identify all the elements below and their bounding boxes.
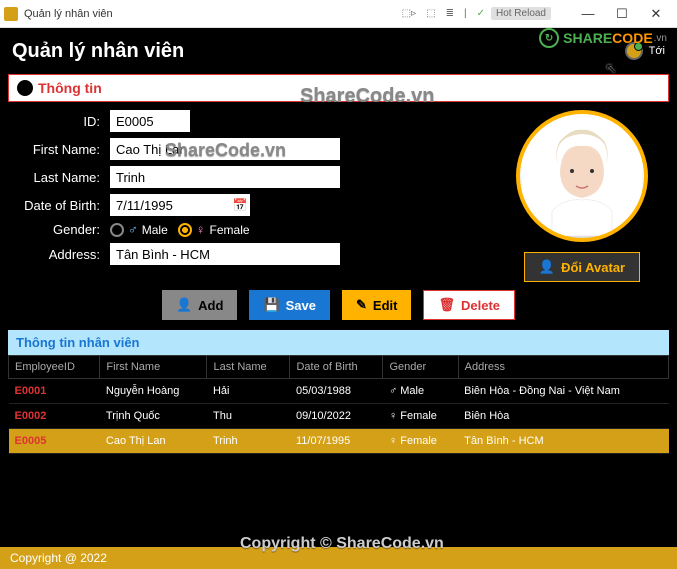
form-area: ID: First Name: Last Name: Date of Birth… <box>0 110 677 282</box>
cell-first: Nguyễn Hoàng <box>100 379 207 404</box>
header-right: Tới <box>625 42 665 60</box>
id-label: ID: <box>10 114 110 129</box>
window-controls: — ☐ ✕ <box>571 0 673 28</box>
toolbar-icon[interactable]: ⬚▹ <box>398 6 420 21</box>
add-button[interactable]: 👤Add <box>162 290 237 320</box>
col-id[interactable]: EmployeeID <box>9 356 100 379</box>
dob-picker[interactable]: 📅 <box>110 194 250 216</box>
save-button[interactable]: 💾Save <box>249 290 330 320</box>
person-swap-icon: 👤 <box>539 259 555 275</box>
avatar-image <box>522 116 642 236</box>
cell-address: Biên Hòa - Đồng Nai - Việt Nam <box>458 379 668 404</box>
table-row[interactable]: E0005Cao Thị LanTrinh11/07/1995♀ FemaleT… <box>9 429 669 454</box>
col-gender[interactable]: Gender <box>383 356 458 379</box>
cell-last: Thu <box>207 404 290 429</box>
header-right-label: Tới <box>649 45 665 57</box>
footer: Copyright @ 2022 <box>0 547 677 569</box>
edit-button[interactable]: ✎Edit <box>342 290 411 320</box>
minimize-button[interactable]: — <box>571 0 605 28</box>
gender-label: Gender: <box>10 222 110 237</box>
cell-first: Cao Thị Lan <box>100 429 207 454</box>
address-label: Address: <box>10 247 110 262</box>
cell-first: Trịnh Quốc <box>100 404 207 429</box>
lastname-input[interactable] <box>110 166 340 188</box>
cell-gender: ♂ Male <box>383 379 458 404</box>
cell-last: Hải <box>207 379 290 404</box>
male-radio[interactable]: ♂ Male <box>110 222 168 237</box>
col-first[interactable]: First Name <box>100 356 207 379</box>
female-radio[interactable]: ♀ Female <box>178 222 250 237</box>
form-fields: ID: First Name: Last Name: Date of Birth… <box>10 110 487 282</box>
person-icon <box>17 80 33 96</box>
cell-gender: ♀ Female <box>383 404 458 429</box>
info-section-header: Thông tin <box>8 74 669 102</box>
cell-id: E0002 <box>9 404 100 429</box>
debug-toolbar: ⬚▹ ⬚ ≣ | ✓ Hot Reload <box>398 6 551 21</box>
delete-button[interactable]: 🗑Delete <box>423 290 515 320</box>
toolbar-icon[interactable]: ⬚ <box>422 6 439 21</box>
toolbar-icon[interactable]: ≣ <box>442 6 458 21</box>
avatar-panel: 👤 Đổi Avatar <box>497 110 667 282</box>
change-avatar-button[interactable]: 👤 Đổi Avatar <box>524 252 640 282</box>
cell-dob: 05/03/1988 <box>290 379 383 404</box>
cell-gender: ♀ Female <box>383 429 458 454</box>
male-symbol-icon: ♂ <box>128 222 138 237</box>
col-dob[interactable]: Date of Birth <box>290 356 383 379</box>
cell-address: Biên Hòa <box>458 404 668 429</box>
cell-id: E0001 <box>9 379 100 404</box>
app-header: Quản lý nhân viên Tới <box>0 28 677 74</box>
employee-table: EmployeeID First Name Last Name Date of … <box>8 355 669 454</box>
pencil-icon: ✎ <box>356 297 367 313</box>
col-address[interactable]: Address <box>458 356 668 379</box>
maximize-button[interactable]: ☐ <box>605 0 639 28</box>
calendar-icon[interactable]: 📅 <box>230 194 250 216</box>
save-icon: 💾 <box>263 297 279 313</box>
close-button[interactable]: ✕ <box>639 0 673 28</box>
toolbar-sep: | <box>460 6 471 21</box>
check-icon: ✓ <box>473 6 489 21</box>
app-icon <box>4 7 18 21</box>
copyright-text: Copyright @ 2022 <box>10 551 107 565</box>
avatar <box>516 110 648 242</box>
cell-id: E0005 <box>9 429 100 454</box>
status-indicator[interactable] <box>625 42 643 60</box>
radio-unchecked-icon <box>110 223 124 237</box>
window-titlebar: Quản lý nhân viên ⬚▹ ⬚ ≣ | ✓ Hot Reload … <box>0 0 677 28</box>
address-input[interactable] <box>110 243 340 265</box>
radio-checked-icon <box>178 223 192 237</box>
table-section-header: Thông tin nhân viên <box>8 330 669 355</box>
female-symbol-icon: ♀ <box>196 222 206 237</box>
info-section-title: Thông tin <box>38 80 102 96</box>
trash-icon: 🗑 <box>438 297 455 313</box>
id-input[interactable] <box>110 110 190 132</box>
app-window: Quản lý nhân viên ⬚▹ ⬚ ≣ | ✓ Hot Reload … <box>0 0 677 569</box>
cell-dob: 11/07/1995 <box>290 429 383 454</box>
dob-input[interactable] <box>110 194 230 216</box>
page-title: Quản lý nhân viên <box>12 40 184 63</box>
table-row[interactable]: E0001Nguyễn HoàngHải05/03/1988♂ MaleBiên… <box>9 379 669 404</box>
firstname-label: First Name: <box>10 142 110 157</box>
lastname-label: Last Name: <box>10 170 110 185</box>
hot-reload-button[interactable]: Hot Reload <box>491 7 551 20</box>
action-bar: 👤Add 💾Save ✎Edit 🗑Delete <box>0 282 677 330</box>
person-add-icon: 👤 <box>176 297 192 313</box>
cell-dob: 09/10/2022 <box>290 404 383 429</box>
firstname-input[interactable] <box>110 138 340 160</box>
window-title: Quản lý nhân viên <box>24 8 398 20</box>
col-last[interactable]: Last Name <box>207 356 290 379</box>
cursor-icon: ↖ <box>605 60 617 77</box>
employee-table-wrap: EmployeeID First Name Last Name Date of … <box>8 355 669 547</box>
table-row[interactable]: E0002Trịnh QuốcThu09/10/2022♀ FemaleBiên… <box>9 404 669 429</box>
dob-label: Date of Birth: <box>10 198 110 213</box>
cell-address: Tân Bình - HCM <box>458 429 668 454</box>
table-header-row: EmployeeID First Name Last Name Date of … <box>9 356 669 379</box>
cell-last: Trinh <box>207 429 290 454</box>
gender-options: ♂ Male ♀ Female <box>110 222 250 237</box>
